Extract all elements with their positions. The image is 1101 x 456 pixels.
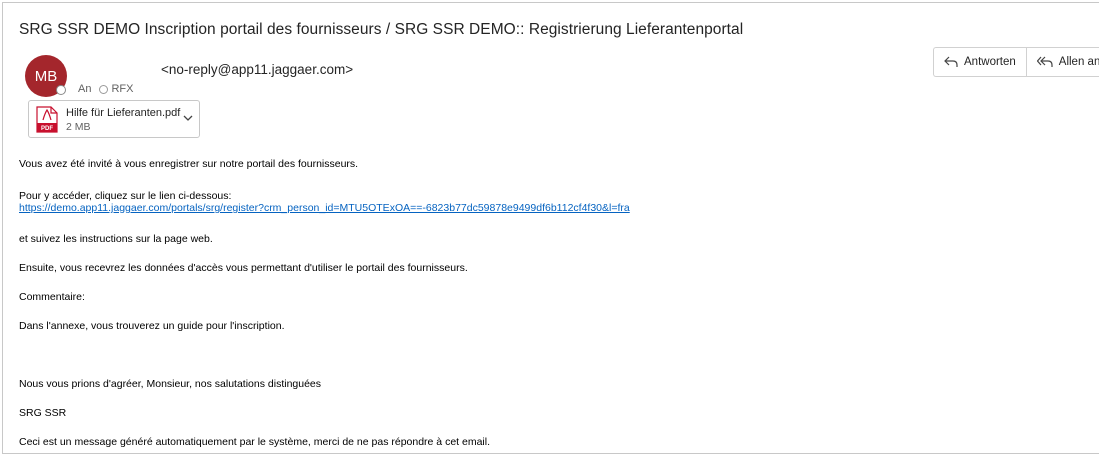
reply-label: Antworten — [964, 56, 1016, 68]
recipient-name[interactable]: RFX — [111, 83, 133, 95]
attachment-name: Hilfe für Lieferanten.pdf — [66, 107, 181, 119]
body-comment-label: Commentaire: — [19, 291, 85, 303]
email-reading-pane: SRG SSR DEMO Inscription portail des fou… — [2, 2, 1099, 454]
body-instructions: et suivez les instructions sur la page w… — [19, 233, 213, 245]
email-subject: SRG SSR DEMO Inscription portail des fou… — [19, 21, 744, 38]
recipient-status-icon — [99, 84, 109, 94]
chevron-down-icon[interactable] — [183, 115, 193, 122]
body-credentials: Ensuite, vous recevrez les données d'acc… — [19, 262, 468, 274]
svg-text:PDF: PDF — [41, 126, 53, 132]
body-signature: SRG SSR — [19, 407, 67, 419]
reply-all-icon — [1036, 56, 1053, 67]
reply-actions: Antworten Allen antwo — [933, 47, 1099, 77]
body-intro: Vous avez été invité à vous enregistrer … — [19, 158, 359, 170]
body-access: Pour y accéder, cliquez sur le lien ci-d… — [19, 190, 232, 202]
sender-address[interactable]: <no-reply@app11.jaggaer.com> — [161, 62, 353, 77]
attachment-size: 2 MB — [66, 121, 91, 133]
avatar-initials: MB — [34, 67, 58, 85]
body-greeting: Nous vous prions d'agréer, Monsieur, nos… — [19, 378, 322, 390]
to-label: An — [78, 83, 92, 95]
reply-all-label: Allen antwo — [1058, 56, 1099, 68]
pdf-icon: PDF — [36, 106, 58, 133]
recipients-line: An RFX — [78, 83, 133, 95]
presence-status-icon — [56, 85, 66, 95]
reply-button[interactable]: Antworten — [934, 48, 1026, 76]
body-annex: Dans l'annexe, vous trouverez un guide p… — [19, 320, 285, 332]
reply-icon — [944, 56, 958, 67]
body-footer: Ceci est un message généré automatiqueme… — [19, 436, 490, 448]
registration-link[interactable]: https://demo.app11.jaggaer.com/portals/s… — [19, 202, 630, 214]
attachment-card[interactable]: PDF Hilfe für Lieferanten.pdf 2 MB — [28, 100, 200, 138]
reply-all-button[interactable]: Allen antwo — [1025, 48, 1099, 76]
